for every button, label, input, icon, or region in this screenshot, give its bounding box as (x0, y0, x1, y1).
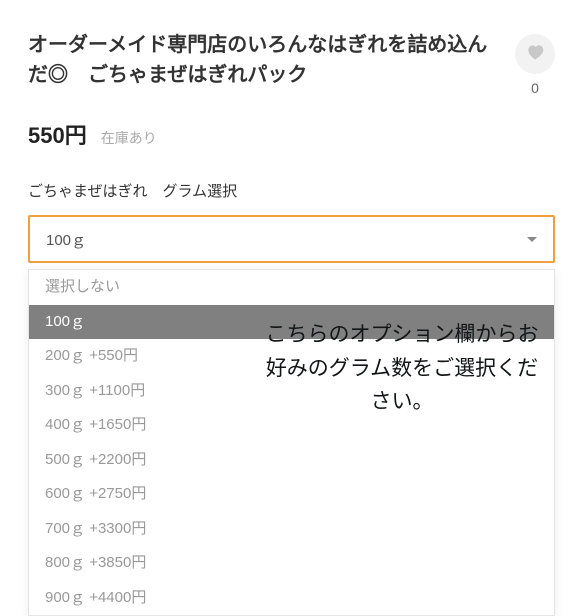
option-item[interactable]: 300ｇ +1100円 (29, 374, 554, 409)
product-title: オーダーメイド専門店のいろんなはぎれを詰め込んだ◎ ごちゃまぜはぎれパック (28, 30, 499, 90)
option-item[interactable]: 700ｇ +3300円 (29, 512, 554, 547)
select-value: 100ｇ (46, 229, 86, 250)
price: 550円 (28, 118, 87, 150)
favorite-count: 0 (531, 80, 539, 96)
option-item[interactable]: 400ｇ +1650円 (29, 408, 554, 443)
option-item[interactable]: 選択しない (29, 270, 554, 305)
gram-select[interactable]: 100ｇ (28, 215, 555, 263)
option-item[interactable]: 200ｇ +550円 (29, 339, 554, 374)
stock-status: 在庫あり (101, 128, 157, 148)
option-item[interactable]: 100ｇ (29, 305, 554, 340)
option-item[interactable]: 500ｇ +2200円 (29, 443, 554, 478)
heart-icon (525, 42, 545, 67)
option-item[interactable]: 900ｇ +4400円 (29, 581, 554, 616)
option-item[interactable]: 800ｇ +3850円 (29, 546, 554, 581)
option-item[interactable]: 600ｇ +2750円 (29, 477, 554, 512)
option-label: ごちゃまぜはぎれ グラム選択 (28, 180, 555, 201)
gram-dropdown: 選択しない 100ｇ 200ｇ +550円 300ｇ +1100円 400ｇ +… (28, 269, 555, 616)
favorite-button[interactable] (515, 34, 555, 74)
chevron-down-icon (527, 237, 537, 242)
